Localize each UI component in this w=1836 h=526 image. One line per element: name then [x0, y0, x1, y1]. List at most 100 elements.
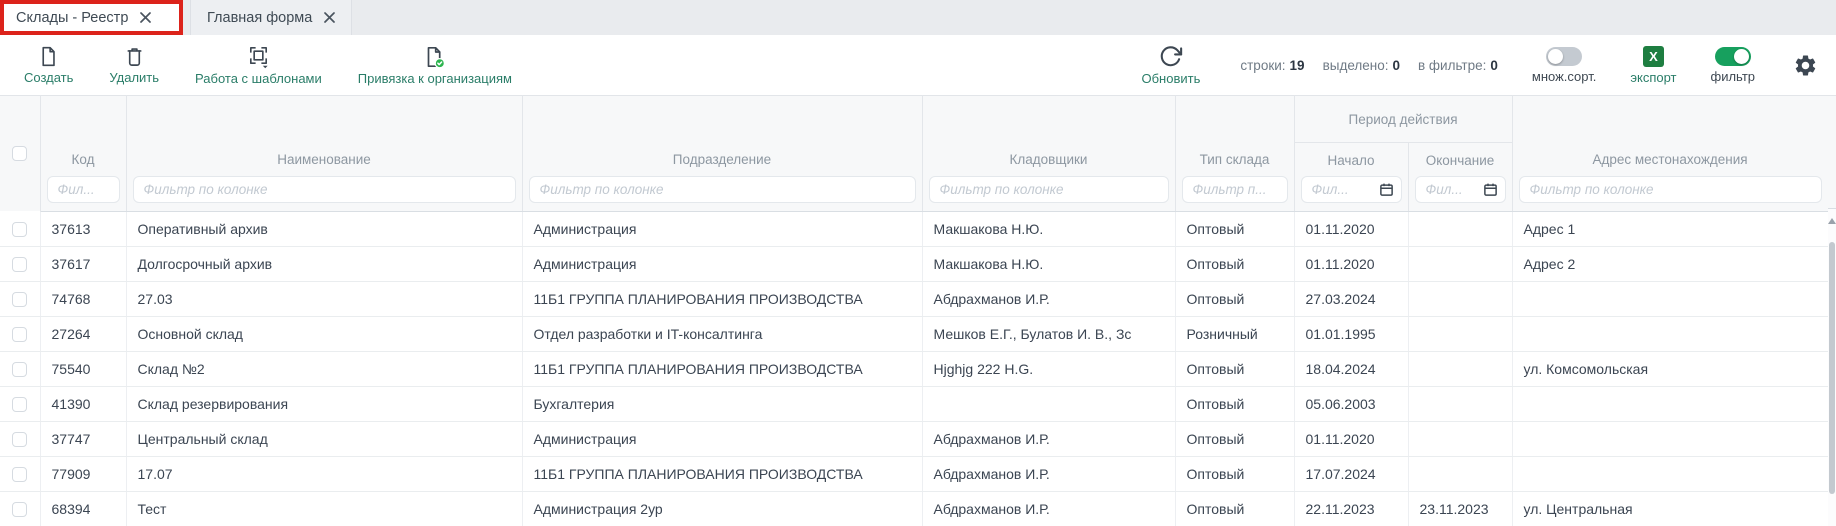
scrollbar-thumb[interactable] [1829, 242, 1835, 494]
tab-main-form[interactable]: Главная форма [190, 0, 352, 35]
cell-period-start: 01.11.2020 [1294, 421, 1408, 456]
cell-code: 41390 [40, 386, 126, 421]
selected-counter: выделено:0 [1323, 58, 1400, 73]
division-filter-input[interactable] [529, 176, 916, 203]
cell-division: Бухгалтерия [522, 386, 922, 421]
table-row[interactable]: 41390 Склад резервирования Бухгалтерия О… [0, 386, 1828, 421]
table-row[interactable]: 27264 Основной склад Отдел разработки и … [0, 316, 1828, 351]
name-filter-input[interactable] [133, 176, 516, 203]
cell-name: 17.07 [126, 456, 522, 491]
calendar-icon[interactable] [1379, 182, 1394, 197]
cell-division: Администрация 2ур [522, 491, 922, 526]
cell-code: 75540 [40, 351, 126, 386]
org-link-label: Привязка к организациям [358, 71, 512, 86]
column-header-code[interactable]: Код [40, 96, 126, 176]
filter-cell-end [1408, 176, 1512, 212]
cell-name: Центральный склад [126, 421, 522, 456]
row-checkbox-cell [0, 491, 40, 526]
row-checkbox[interactable] [12, 432, 27, 447]
table-row[interactable]: 68394 Тест Администрация 2ур Абдрахманов… [0, 491, 1828, 526]
close-icon[interactable] [324, 12, 335, 23]
row-checkbox[interactable] [12, 362, 27, 377]
cell-keepers: Абдрахманов И.Р. [922, 491, 1175, 526]
column-header-end[interactable]: Окончание [1408, 143, 1512, 176]
refresh-icon [1158, 44, 1183, 69]
row-checkbox[interactable] [12, 257, 27, 272]
column-header-keepers[interactable]: Кладовщики [922, 96, 1175, 176]
table-row[interactable]: 37747 Центральный склад Администрация Аб… [0, 421, 1828, 456]
vertical-scrollbar[interactable] [1828, 209, 1836, 526]
tab-warehouses-registry[interactable]: Склады - Реестр [0, 0, 183, 35]
column-header-type[interactable]: Тип склада [1175, 96, 1294, 176]
keepers-filter-input[interactable] [929, 176, 1169, 203]
column-header-start[interactable]: Начало [1294, 143, 1408, 176]
cell-name: Основной склад [126, 316, 522, 351]
filter-cell-start [1294, 176, 1408, 212]
cell-name: Долгосрочный архив [126, 246, 522, 281]
code-filter-input[interactable] [47, 176, 120, 203]
row-checkbox[interactable] [12, 397, 27, 412]
settings-button[interactable] [1793, 53, 1818, 78]
row-checkbox-cell [0, 316, 40, 351]
filter-label: фильтр [1711, 69, 1755, 84]
export-label: экспорт [1630, 70, 1676, 85]
select-all-checkbox[interactable] [12, 146, 27, 161]
counters: строки:19 выделено:0 в фильтре:0 [1240, 58, 1498, 73]
start-date-filter-input[interactable] [1304, 178, 1379, 201]
table-row[interactable]: 37613 Оперативный архив Администрация Ма… [0, 211, 1828, 246]
column-header-name[interactable]: Наименование [126, 96, 522, 176]
cell-period-start: 01.11.2020 [1294, 211, 1408, 246]
end-date-filter-input[interactable] [1418, 178, 1483, 201]
table-row[interactable]: 75540 Склад №2 11Б1 ГРУППА ПЛАНИРОВАНИЯ … [0, 351, 1828, 386]
close-icon[interactable] [140, 12, 151, 23]
create-button[interactable]: Создать [24, 45, 73, 85]
cell-keepers: Абдрахманов И.Р. [922, 456, 1175, 491]
warehouses-table: Код Наименование Подразделение Кладовщик… [0, 95, 1829, 526]
cell-address [1512, 281, 1828, 316]
table-row[interactable]: 74768 27.03 11Б1 ГРУППА ПЛАНИРОВАНИЯ ПРО… [0, 281, 1828, 316]
cell-type: Оптовый [1175, 491, 1294, 526]
row-checkbox[interactable] [12, 502, 27, 517]
filter-cell-code [40, 176, 126, 212]
table-row[interactable]: 37617 Долгосрочный архив Администрация М… [0, 246, 1828, 281]
table-row[interactable]: 77909 17.07 11Б1 ГРУППА ПЛАНИРОВАНИЯ ПРО… [0, 456, 1828, 491]
cell-type: Оптовый [1175, 211, 1294, 246]
cell-division: 11Б1 ГРУППА ПЛАНИРОВАНИЯ ПРОИЗВОДСТВА [522, 281, 922, 316]
cell-type: Оптовый [1175, 421, 1294, 456]
column-header-address[interactable]: Адрес местонахождения [1512, 96, 1828, 176]
cell-address: ул. Комсомольская [1512, 351, 1828, 386]
delete-button[interactable]: Удалить [109, 45, 159, 85]
row-checkbox[interactable] [12, 467, 27, 482]
filter-toggle[interactable] [1715, 47, 1751, 66]
column-header-division[interactable]: Подразделение [522, 96, 922, 176]
cell-division: Отдел разработки и IT-консалтинга [522, 316, 922, 351]
scroll-up-arrow-icon[interactable] [1828, 218, 1836, 224]
excel-export-icon[interactable]: X [1643, 46, 1664, 67]
row-checkbox[interactable] [12, 327, 27, 342]
toolbar-right: Обновить строки:19 выделено:0 в фильтре:… [1142, 44, 1819, 86]
org-link-button[interactable]: Привязка к организациям [358, 45, 512, 86]
cell-address [1512, 316, 1828, 351]
filter-cell-division [522, 176, 922, 212]
cell-period-end [1408, 421, 1512, 456]
cell-address [1512, 386, 1828, 421]
row-checkbox-cell [0, 246, 40, 281]
document-check-icon [423, 45, 447, 69]
app-window: Склады - Реестр Главная форма Создать [0, 0, 1836, 526]
row-checkbox[interactable] [12, 292, 27, 307]
type-filter-input[interactable] [1182, 176, 1288, 203]
row-checkbox[interactable] [12, 222, 27, 237]
templates-label: Работа с шаблонами [195, 71, 322, 86]
multi-sort-label: множ.сорт. [1532, 69, 1596, 84]
templates-button[interactable]: Работа с шаблонами [195, 44, 322, 86]
multi-sort-toggle[interactable] [1546, 47, 1582, 66]
cell-period-start: 01.11.2020 [1294, 246, 1408, 281]
calendar-icon[interactable] [1483, 182, 1498, 197]
cell-type: Розничный [1175, 316, 1294, 351]
refresh-button[interactable]: Обновить [1142, 44, 1201, 86]
header-filler [1828, 95, 1836, 209]
address-filter-input[interactable] [1519, 176, 1822, 203]
row-checkbox-cell [0, 351, 40, 386]
cell-code: 77909 [40, 456, 126, 491]
toolbar: Создать Удалить Работа с шаблонами [0, 35, 1836, 95]
